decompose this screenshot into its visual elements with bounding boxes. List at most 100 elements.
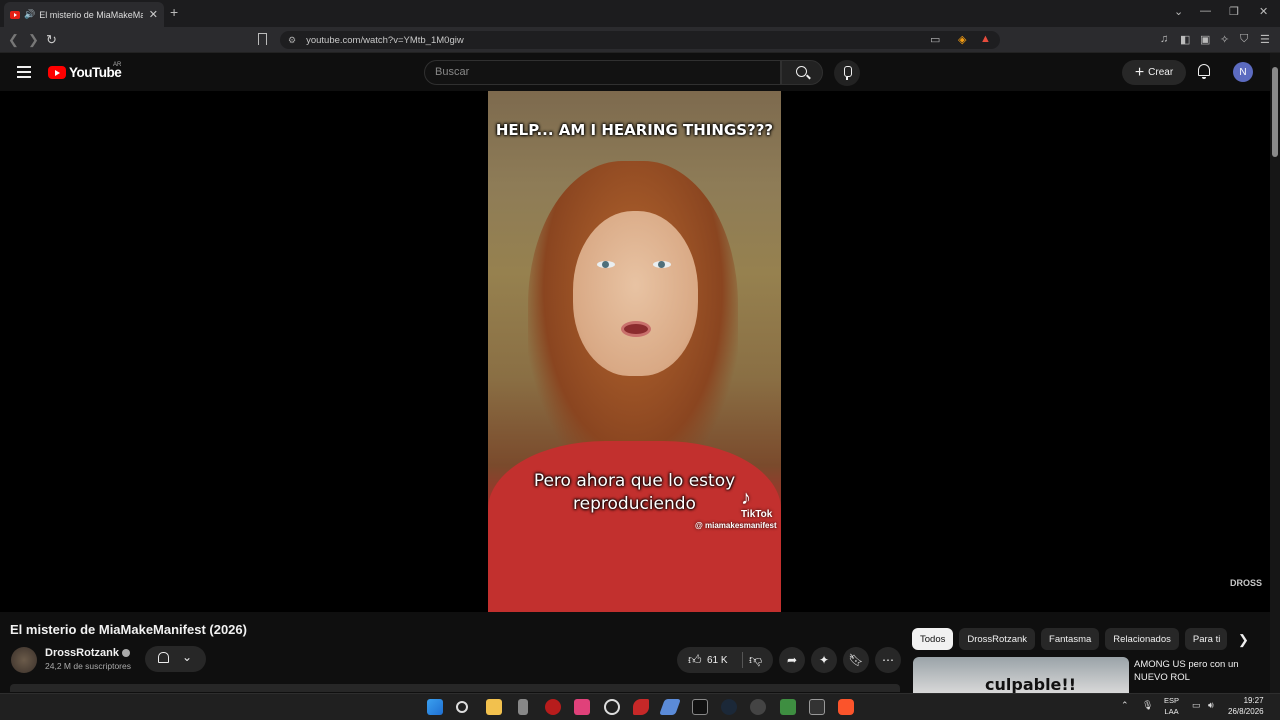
search-input[interactable]: Buscar xyxy=(424,60,781,85)
network-icon[interactable]: ▭ xyxy=(1192,700,1201,711)
maximize-button[interactable]: ❐ xyxy=(1229,5,1239,18)
site-settings-icon[interactable]: ⚙ xyxy=(288,35,296,46)
create-button[interactable]: + Crear xyxy=(1122,60,1186,85)
chevron-down-icon: ⌄ xyxy=(182,650,193,664)
like-icon[interactable]: 👍︎ xyxy=(688,652,702,668)
browser-toolbar: ❮ ❯ ↻ ⚙ youtube.com/watch?v=YMtb_1M0giw … xyxy=(0,27,1280,53)
speaker-icon[interactable]: 🔊 xyxy=(24,9,35,20)
verified-icon xyxy=(121,649,130,657)
scrollbar-thumb[interactable] xyxy=(1272,67,1278,157)
chip-fantasma[interactable]: Fantasma xyxy=(1041,628,1100,650)
tray-mic-icon[interactable]: 🎙︎ xyxy=(1142,700,1153,711)
lang-bottom: LAA xyxy=(1164,707,1179,716)
chip-para-ti[interactable]: Para ti xyxy=(1184,628,1227,650)
channel-name[interactable]: DrossRotzank xyxy=(45,647,119,659)
video-player[interactable]: HELP... AM I HEARING THINGS??? Pero ahor… xyxy=(0,91,1270,612)
mouth xyxy=(621,321,651,337)
eye-left xyxy=(597,261,615,268)
tab-title: El misterio de MiaMakeManifest (2026) xyxy=(39,9,143,20)
tray-overflow-icon[interactable]: ⌃ xyxy=(1121,700,1129,711)
notifications-icon[interactable] xyxy=(1198,64,1210,79)
back-icon[interactable]: ❮ xyxy=(8,32,19,48)
related-video-thumbnail[interactable]: culpable!! xyxy=(913,657,1129,693)
close-tab-icon[interactable]: ✕ xyxy=(149,8,158,21)
chip-channel[interactable]: DrossRotzank xyxy=(959,628,1036,650)
new-tab-button[interactable]: + xyxy=(170,4,178,20)
close-window-button[interactable]: ✕ xyxy=(1259,5,1268,18)
file-explorer-icon[interactable] xyxy=(486,699,502,715)
country-code: AR xyxy=(113,62,122,68)
start-icon[interactable] xyxy=(427,699,443,715)
voice-search-icon[interactable] xyxy=(834,60,860,86)
wallet-icon[interactable]: ▣ xyxy=(1200,33,1210,46)
cast-icon[interactable]: ▭ xyxy=(930,33,940,46)
share-icon[interactable]: ➦ xyxy=(779,647,805,673)
epic-games-icon[interactable] xyxy=(692,699,708,715)
lang-top: ESP xyxy=(1164,696,1180,705)
page-scrollbar[interactable] xyxy=(1270,53,1280,693)
channel-avatar[interactable] xyxy=(11,647,37,673)
leo-ai-icon[interactable]: ✧ xyxy=(1220,33,1229,46)
sidebar-icon[interactable]: ◧ xyxy=(1180,33,1190,46)
bell-icon xyxy=(158,652,169,663)
guide-menu-icon[interactable] xyxy=(17,66,31,81)
ask-ai-icon[interactable]: ✦ xyxy=(811,647,837,673)
vpn-icon[interactable]: ⛉ xyxy=(1240,33,1248,46)
brave-rewards-icon[interactable]: ▲ xyxy=(980,33,991,45)
app-icon-2[interactable] xyxy=(633,699,649,715)
taskbar-search-icon[interactable] xyxy=(456,701,468,713)
minecraft-icon[interactable] xyxy=(780,699,796,715)
brave-browser-icon[interactable] xyxy=(838,699,854,715)
language-indicator[interactable]: ESP LAA xyxy=(1164,695,1179,717)
app-icon-5[interactable] xyxy=(809,699,825,715)
description-box[interactable] xyxy=(10,684,900,692)
like-dislike-group: 👍︎ 61 K 👎︎ xyxy=(677,647,773,673)
more-actions-icon[interactable]: ⋯ xyxy=(875,647,901,673)
clock-date: 26/8/2026 xyxy=(1228,707,1264,716)
brave-shield-icon[interactable]: ◈ xyxy=(958,33,966,46)
video-title: El misterio de MiaMakeManifest (2026) xyxy=(10,622,247,637)
subscribed-button[interactable]: ⌄ xyxy=(145,646,206,672)
volume-icon[interactable]: 🔊︎ xyxy=(1208,700,1214,711)
account-avatar[interactable]: N xyxy=(1233,62,1253,82)
steam-icon[interactable] xyxy=(721,699,737,715)
recycle-bin-icon[interactable] xyxy=(518,699,528,715)
app-icon-1[interactable] xyxy=(545,699,561,715)
create-label: Crear xyxy=(1148,67,1174,78)
reload-icon[interactable]: ↻ xyxy=(46,32,57,48)
eye-right xyxy=(653,261,671,268)
itunes-icon[interactable] xyxy=(574,699,590,715)
youtube-logo[interactable]: YouTube AR xyxy=(48,62,122,80)
like-divider xyxy=(742,652,743,668)
search-button[interactable] xyxy=(781,60,823,85)
save-icon[interactable]: 🔖︎ xyxy=(843,647,869,673)
video-frame[interactable]: HELP... AM I HEARING THINGS??? Pero ahor… xyxy=(488,91,781,612)
dislike-icon[interactable]: 👎︎ xyxy=(749,652,762,668)
youtube-play-icon xyxy=(48,66,66,79)
bookmark-icon[interactable] xyxy=(258,33,267,45)
channel-watermark[interactable]: DROSS xyxy=(1230,579,1262,588)
browser-menu-icon[interactable]: ☰ xyxy=(1260,33,1270,46)
clock[interactable]: 19:27 26/8/2026 xyxy=(1228,695,1264,717)
like-count[interactable]: 61 K xyxy=(707,655,728,666)
channel-name-row[interactable]: DrossRotzank xyxy=(45,647,130,659)
chip-relacionados[interactable]: Relacionados xyxy=(1105,628,1179,650)
app-icon-4[interactable] xyxy=(750,699,766,715)
related-filter-chips: Todos DrossRotzank Fantasma Relacionados… xyxy=(912,628,1227,650)
media-icon[interactable]: ♫ xyxy=(1160,33,1168,45)
tiktok-label: TikTok xyxy=(741,509,773,520)
chip-todos[interactable]: Todos xyxy=(912,628,954,650)
browser-tab[interactable]: 🔊 El misterio de MiaMakeManifest (2026) … xyxy=(4,2,164,27)
browser-tabstrip: 🔊 El misterio de MiaMakeManifest (2026) … xyxy=(0,0,1280,27)
forward-icon[interactable]: ❯ xyxy=(28,32,39,48)
address-bar[interactable]: ⚙ youtube.com/watch?v=YMtb_1M0giw xyxy=(280,31,1000,49)
plus-icon: + xyxy=(1134,63,1145,81)
clock-time: 19:27 xyxy=(1243,696,1264,705)
minimize-button[interactable]: — xyxy=(1200,5,1211,17)
thumbnail-text: culpable!! xyxy=(985,675,1076,693)
tab-search-icon[interactable]: ⌄ xyxy=(1174,5,1183,18)
related-video-title[interactable]: AMONG US pero con un NUEVO ROL xyxy=(1134,658,1264,684)
app-icon-3[interactable] xyxy=(659,699,681,715)
settings-icon[interactable] xyxy=(604,699,620,715)
chevron-right-icon[interactable]: ❯ xyxy=(1238,632,1249,648)
